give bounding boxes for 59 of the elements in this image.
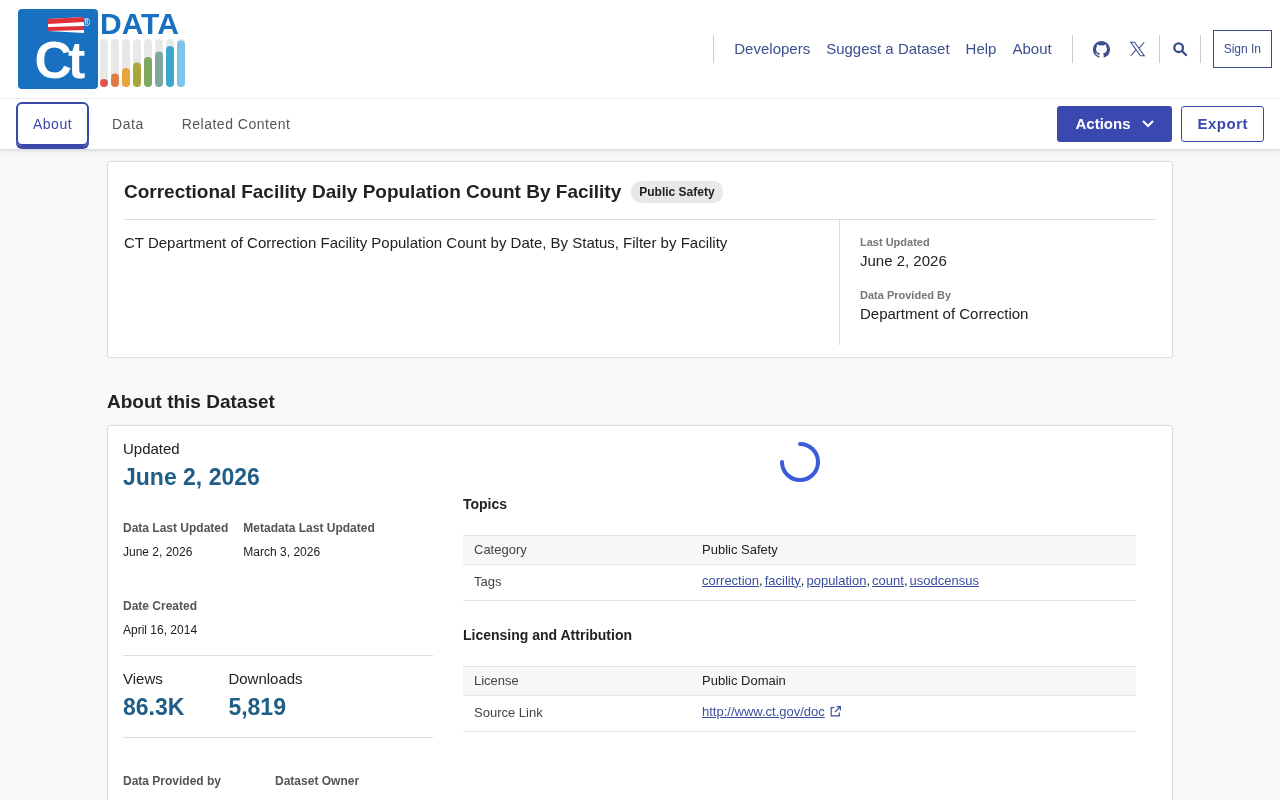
- date-label: Data Last Updated: [123, 519, 229, 537]
- tag-link[interactable]: count: [872, 570, 904, 590]
- logo-wordmark: DATA: [100, 9, 180, 39]
- tab[interactable]: Related Content: [166, 102, 306, 146]
- row-label: Category: [473, 540, 528, 559]
- dataset-description: CT Department of Correction Facility Population Count by Date, By Status, Filter by Facility: [124, 219, 840, 345]
- date-value: June 2, 2026: [123, 543, 194, 561]
- row-label: License: [473, 671, 520, 690]
- tag-separator: ,: [866, 571, 871, 590]
- actions-button[interactable]: Actions: [1057, 106, 1173, 142]
- stat-label: Views: [123, 668, 164, 689]
- tag-separator: ,: [903, 571, 908, 590]
- tag-link[interactable]: facility: [764, 570, 801, 590]
- stat-value: 86.3K: [123, 693, 185, 722]
- date-value: March 3, 2026: [243, 543, 322, 561]
- date-value: April 16, 2014: [123, 621, 199, 639]
- tag-link[interactable]: correction: [702, 570, 760, 590]
- dataset-title: Correctional Facility Daily Population Count By Facility: [124, 180, 622, 204]
- search-icon[interactable]: [1171, 41, 1188, 57]
- logo-letters: Ct: [34, 34, 82, 86]
- row-label: Tags: [473, 573, 503, 592]
- category-badge: Public Safety: [631, 181, 723, 204]
- bar-chart-icon: [100, 39, 188, 87]
- tag-separator: ,: [800, 571, 805, 590]
- sign-in-button[interactable]: Sign In: [1212, 30, 1272, 68]
- nav-link[interactable]: About: [1012, 37, 1052, 61]
- updated-date: June 2, 2026: [123, 463, 261, 492]
- nav-link[interactable]: Suggest a Dataset: [826, 37, 950, 61]
- section-heading: About this Dataset: [107, 390, 276, 414]
- github-icon[interactable]: [1092, 40, 1110, 58]
- flag-icon: [48, 15, 84, 35]
- owner-label: Dataset Owner: [275, 772, 360, 790]
- meta-value: June 2, 2026: [860, 251, 948, 271]
- stat-label: Downloads: [228, 668, 303, 689]
- x-logo-icon[interactable]: [1127, 40, 1147, 58]
- tag-separator: ,: [759, 571, 763, 590]
- date-label: Metadata Last Updated: [243, 519, 375, 537]
- updated-label: Updated: [123, 438, 181, 459]
- row-value: Public Safety: [702, 540, 778, 559]
- owner-label: Data Provided by: [123, 772, 222, 790]
- chevron-down-icon: [1142, 120, 1155, 128]
- meta-label: Data Provided By: [860, 287, 953, 303]
- nav-link[interactable]: Developers: [734, 37, 811, 61]
- loading-spinner-icon: [779, 440, 821, 483]
- meta-label: Last Updated: [860, 234, 931, 250]
- row-value: Public Domain: [702, 671, 786, 690]
- tab[interactable]: Data: [97, 102, 159, 146]
- stat-value: 5,819: [228, 693, 287, 722]
- tab[interactable]: About: [16, 102, 90, 146]
- external-link-icon: [828, 704, 842, 718]
- export-button[interactable]: Export: [1181, 106, 1264, 142]
- meta-value: Department of Correction: [860, 304, 1030, 324]
- row-label: Source Link: [473, 704, 544, 723]
- source-link[interactable]: http://www.ct.gov/doc: [702, 701, 825, 721]
- subsection-heading: Licensing and Attribution: [463, 625, 634, 645]
- nav-link[interactable]: Help: [965, 37, 997, 61]
- tag-link[interactable]: usodcensus: [909, 570, 979, 590]
- date-label: Date Created: [123, 597, 199, 615]
- subsection-heading: Topics: [463, 494, 509, 514]
